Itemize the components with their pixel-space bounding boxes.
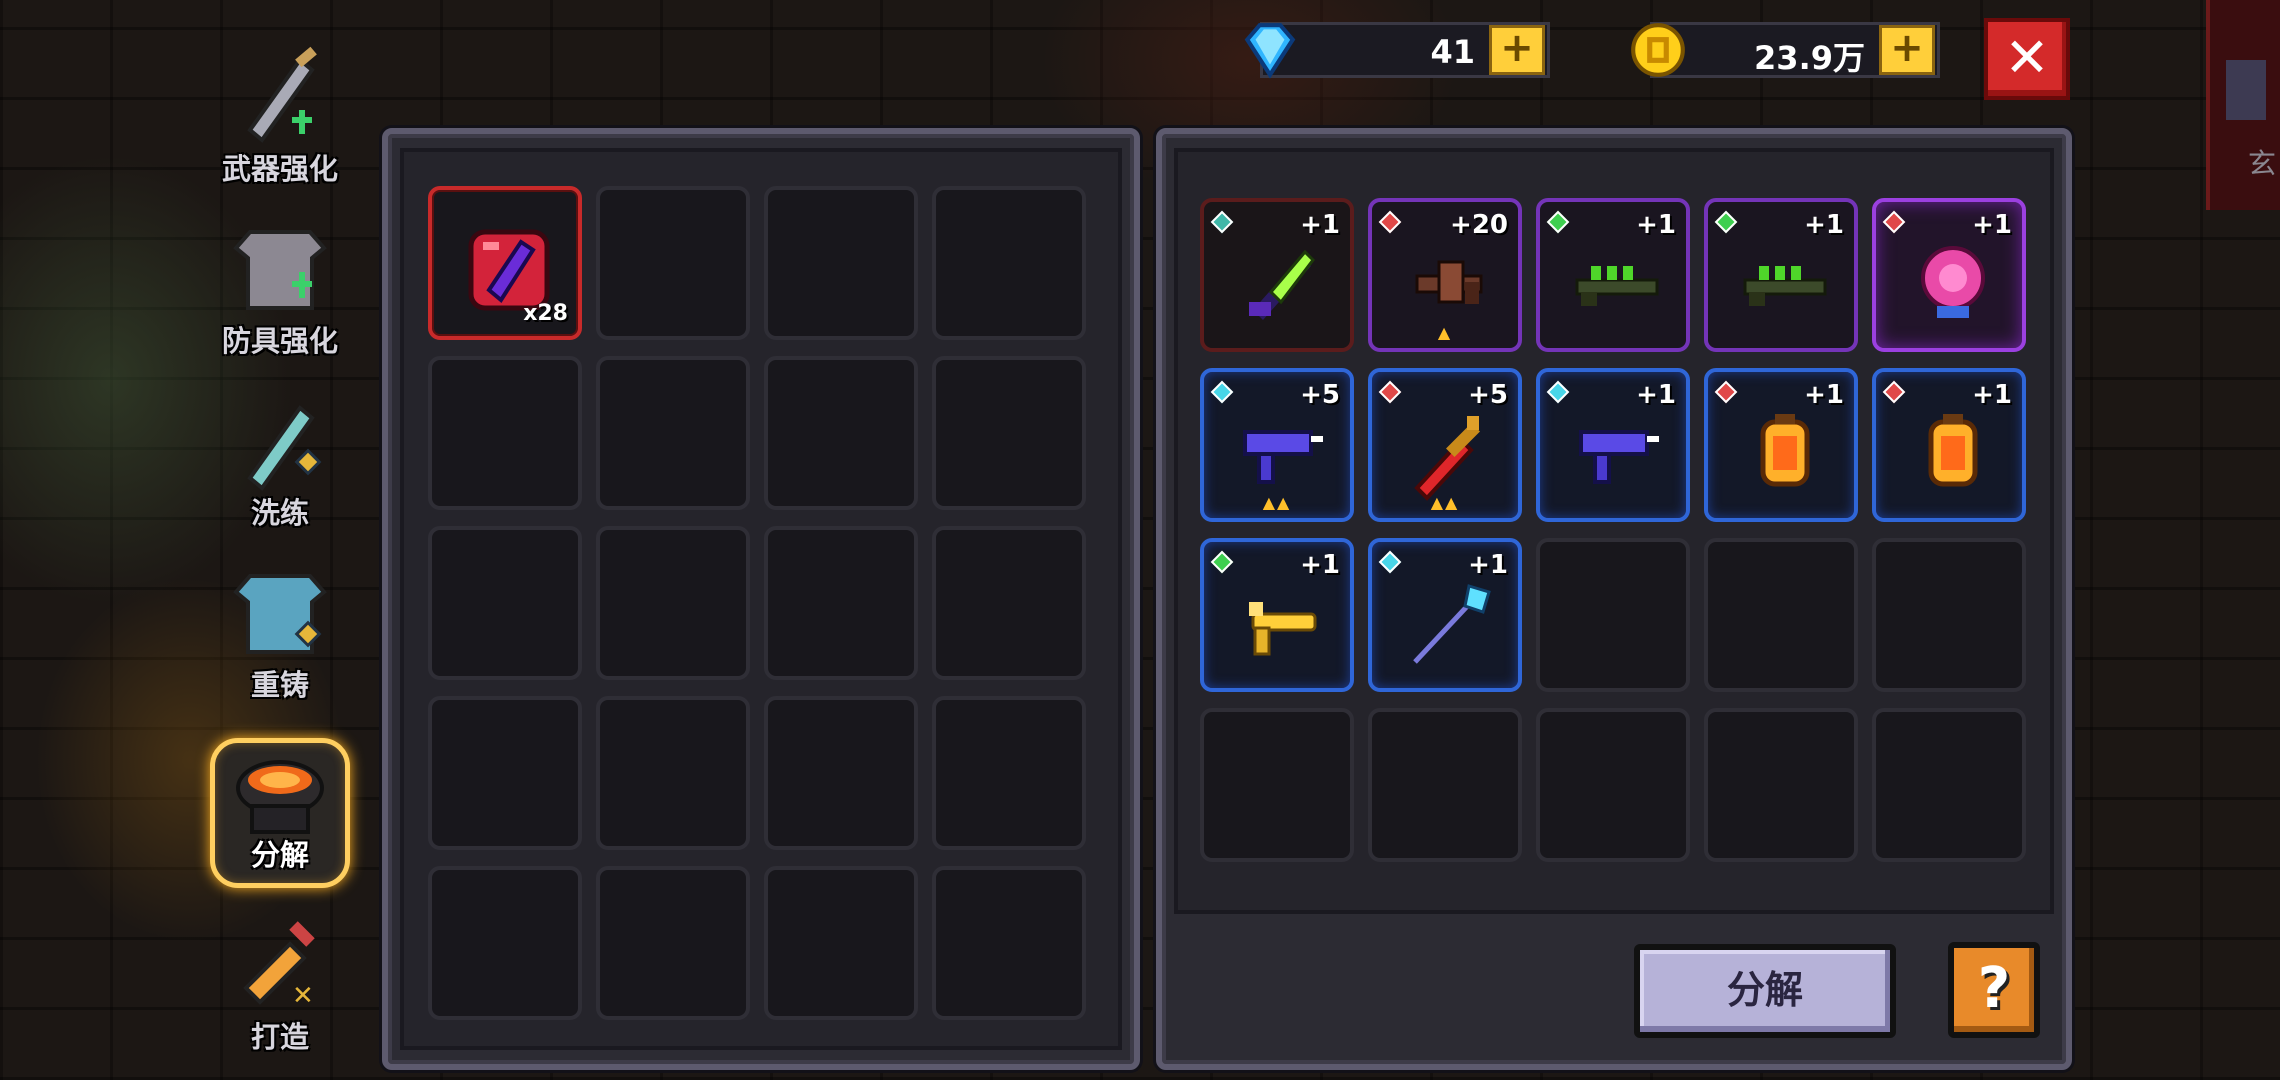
- menu-decompose[interactable]: 分解: [210, 726, 350, 888]
- menu-reroll[interactable]: 洗练: [210, 384, 350, 544]
- cauldron-icon: [236, 760, 324, 834]
- empty-material-slot[interactable]: [932, 356, 1086, 510]
- inventory-item[interactable]: +1: [1368, 538, 1522, 692]
- close-button[interactable]: ✕: [1984, 18, 2070, 100]
- green-rifle-icon: [1575, 266, 1659, 306]
- help-button[interactable]: ?: [1948, 942, 2040, 1038]
- element-gem-icon: [1714, 380, 1738, 404]
- add-gems-button[interactable]: +: [1489, 25, 1545, 75]
- inventory-item[interactable]: +1: [1704, 198, 1858, 352]
- inventory-item[interactable]: +1: [1536, 198, 1690, 352]
- inventory-item[interactable]: +5 ▲▲: [1200, 368, 1354, 522]
- inventory-item[interactable]: +1: [1872, 368, 2026, 522]
- empty-material-slot[interactable]: [596, 866, 750, 1020]
- empty-inventory-slot[interactable]: [1536, 708, 1690, 862]
- gold-amount: 23.9万: [1754, 39, 1865, 77]
- forge-hammer-icon: ✕: [243, 921, 315, 1011]
- material-slot[interactable]: x28: [428, 186, 582, 340]
- menu-recast[interactable]: 重铸: [210, 556, 350, 716]
- uzi-icon: [1243, 430, 1323, 484]
- background-label: 玄: [2247, 147, 2276, 180]
- empty-material-slot[interactable]: [428, 696, 582, 850]
- inventory-item[interactable]: +20 ▲: [1368, 198, 1522, 352]
- gem-count: 41: [1430, 33, 1475, 71]
- red-sword-icon: [1414, 416, 1480, 501]
- lantern-icon: [1928, 414, 1978, 487]
- element-gem-icon: [1882, 210, 1906, 234]
- element-gem-icon: [1378, 380, 1402, 404]
- empty-material-slot[interactable]: [596, 356, 750, 510]
- inventory-panel: +1 +20 ▲ +1 +1 +1 +5 ▲▲ +5 ▲▲ +1 +1 +1 +1 +1: [1156, 128, 2072, 1070]
- empty-material-slot[interactable]: [932, 186, 1086, 340]
- empty-inventory-slot[interactable]: [1368, 708, 1522, 862]
- element-gem-icon: [1210, 380, 1234, 404]
- gem-counter: 41 +: [1244, 22, 1550, 79]
- empty-material-slot[interactable]: [764, 186, 918, 340]
- empty-material-slot[interactable]: [428, 866, 582, 1020]
- element-gem-icon: [1714, 210, 1738, 234]
- inventory-grid: +1 +20 ▲ +1 +1 +1 +5 ▲▲ +5 ▲▲ +1 +1 +1 +1 +1: [1200, 198, 2026, 862]
- item-stars: ▲▲: [1430, 493, 1460, 512]
- item-stars: ▲: [1437, 323, 1453, 342]
- svg-text:✕: ✕: [292, 981, 314, 1011]
- armor-recast-icon: [233, 574, 327, 654]
- inventory-item[interactable]: +1: [1872, 198, 2026, 352]
- empty-inventory-slot[interactable]: [1536, 538, 1690, 692]
- gold-counter: 23.9万 +: [1631, 22, 1940, 78]
- item-stars: ▲▲: [1262, 493, 1292, 512]
- ice-spear-icon: [1413, 584, 1491, 664]
- menu-weapon-upgrade[interactable]: 武器强化: [210, 40, 350, 200]
- element-gem-icon: [1210, 550, 1234, 574]
- empty-inventory-slot[interactable]: [1200, 708, 1354, 862]
- empty-material-slot[interactable]: [764, 866, 918, 1020]
- element-gem-icon: [1378, 550, 1402, 574]
- material-count: x28: [523, 301, 568, 326]
- inventory-item[interactable]: +1: [1704, 368, 1858, 522]
- empty-material-slot[interactable]: [932, 526, 1086, 680]
- uzi-icon: [1579, 430, 1659, 484]
- element-gem-icon: [1546, 210, 1570, 234]
- pink-flower-icon: [1921, 246, 1985, 318]
- crossbow-icon: [1415, 260, 1483, 304]
- inventory-item[interactable]: +1: [1536, 368, 1690, 522]
- empty-inventory-slot[interactable]: [1872, 708, 2026, 862]
- empty-inventory-slot[interactable]: [1704, 708, 1858, 862]
- empty-inventory-slot[interactable]: [1872, 538, 2026, 692]
- empty-material-slot[interactable]: [428, 526, 582, 680]
- empty-material-slot[interactable]: [428, 356, 582, 510]
- empty-material-slot[interactable]: [932, 696, 1086, 850]
- menu-armor-upgrade[interactable]: 防具强化: [210, 212, 350, 372]
- weapon-reroll-icon: [247, 405, 322, 491]
- armor-upgrade-icon: [233, 230, 327, 310]
- add-gold-button[interactable]: +: [1879, 25, 1935, 75]
- gold-coin-icon: [1631, 23, 1685, 77]
- inventory-item[interactable]: +1: [1200, 198, 1354, 352]
- green-blade-icon: [1249, 249, 1315, 320]
- menu-forge[interactable]: ✕ 打造: [210, 908, 350, 1068]
- empty-material-slot[interactable]: [932, 866, 1086, 1020]
- empty-material-slot[interactable]: [596, 696, 750, 850]
- golden-pistol-icon: [1249, 602, 1317, 656]
- empty-inventory-slot[interactable]: [1704, 538, 1858, 692]
- empty-material-slot[interactable]: [596, 526, 750, 680]
- lantern-icon: [1760, 414, 1810, 487]
- element-gem-icon: [1546, 380, 1570, 404]
- element-gem-icon: [1882, 380, 1906, 404]
- element-gem-icon: [1378, 210, 1402, 234]
- sword-upgrade-icon: [247, 46, 317, 143]
- element-gem-icon: [1210, 210, 1234, 234]
- diamond-icon: [1244, 23, 1296, 79]
- green-rifle-icon: [1743, 266, 1827, 306]
- empty-material-slot[interactable]: [764, 526, 918, 680]
- empty-material-slot[interactable]: [596, 186, 750, 340]
- inventory-item[interactable]: +5 ▲▲: [1368, 368, 1522, 522]
- decompose-button[interactable]: 分解: [1634, 944, 1896, 1038]
- materials-grid: x28: [428, 186, 1086, 1020]
- empty-material-slot[interactable]: [764, 356, 918, 510]
- materials-panel: x28: [382, 128, 1140, 1070]
- inventory-item[interactable]: +1: [1200, 538, 1354, 692]
- empty-material-slot[interactable]: [764, 696, 918, 850]
